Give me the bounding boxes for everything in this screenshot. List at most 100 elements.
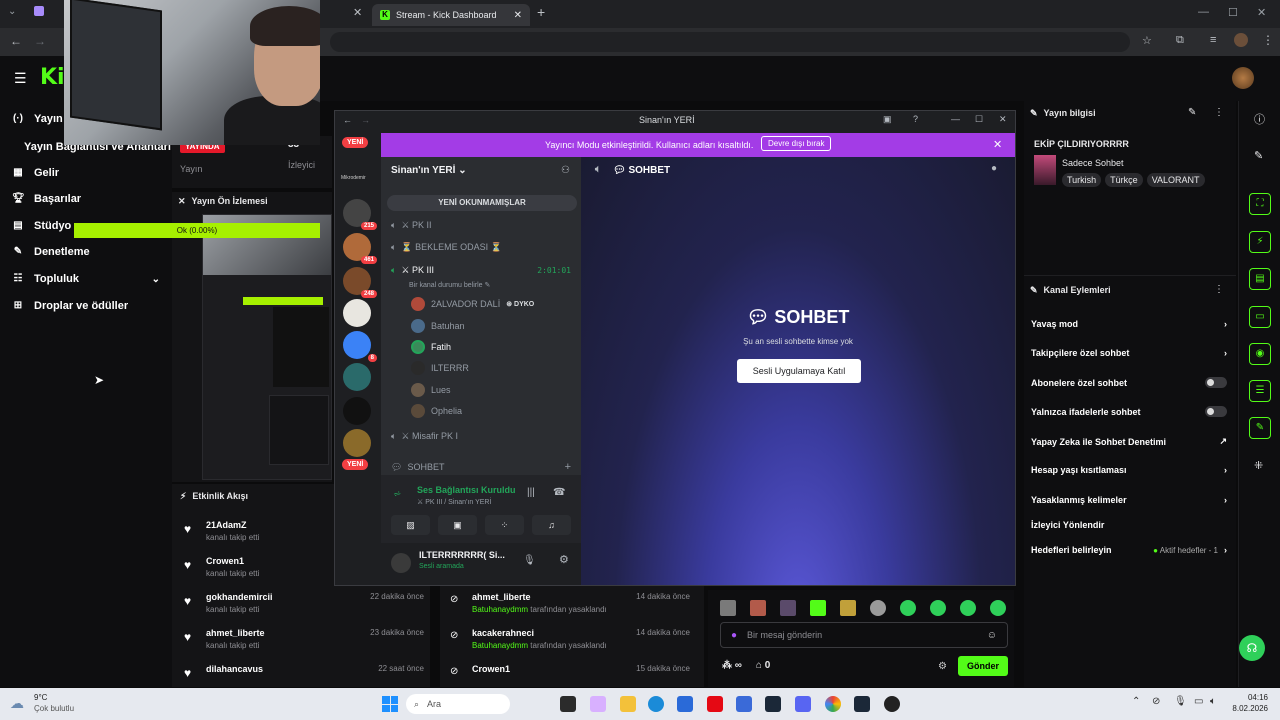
tray-chevron-icon[interactable]: ⌃	[1132, 696, 1140, 707]
close-tab-icon[interactable]: ✕	[514, 10, 522, 21]
back-icon[interactable]: ←	[10, 34, 22, 48]
mod-log-item[interactable]: ⊘ Crowen1 15 dakika önce	[450, 664, 690, 677]
store-icon[interactable]	[677, 696, 693, 712]
chat-bubble-icon[interactable]: ●	[991, 163, 997, 174]
add-user-icon[interactable]: ⚇	[561, 165, 570, 176]
forward-icon[interactable]: →	[34, 34, 46, 48]
pinned-tab-icon[interactable]	[34, 6, 44, 16]
discord-icon[interactable]	[795, 696, 811, 712]
server-icon[interactable]	[343, 397, 371, 425]
user-avatar[interactable]	[1232, 67, 1254, 89]
steam-icon[interactable]	[765, 696, 781, 712]
voice-member[interactable]: Batuhan	[411, 319, 465, 333]
settings-gear-icon[interactable]: ⚙	[559, 553, 569, 566]
close-icon[interactable]: ✕	[993, 138, 1002, 151]
action-redirect-viewers[interactable]: İzleyici Yönlendir	[1031, 520, 1227, 530]
activity-item[interactable]: ♥ dilahancavus 22 saat önce	[184, 664, 424, 680]
chat-bubble-icon[interactable]: ▭	[1249, 306, 1271, 328]
hamburger-menu-icon[interactable]: ☰	[14, 70, 27, 87]
chat-input[interactable]: ● Bir mesaj gönderin ☺	[720, 622, 1008, 648]
emote-icon[interactable]	[810, 600, 826, 616]
chat-settings-icon[interactable]: ⚙	[938, 661, 947, 672]
extensions-icon[interactable]: ⧉	[1176, 34, 1184, 47]
action-ai-moderation[interactable]: Yapay Zeka ile Sohbet Denetimi ↗	[1031, 436, 1227, 447]
edge-icon[interactable]	[648, 696, 664, 712]
task-view-icon[interactable]	[560, 696, 576, 712]
minimize-icon[interactable]: —	[951, 114, 960, 124]
server-icon[interactable]: 8	[343, 331, 377, 362]
mod-log-item[interactable]: ⊘ kacakerahneci Batuhanaydmm tarafından …	[450, 628, 690, 650]
wrench-icon[interactable]: ✎	[1249, 417, 1271, 439]
clipboard-icon[interactable]: ▤	[1249, 268, 1271, 290]
taskbar-search[interactable]: ⌕ Ara	[406, 694, 510, 714]
emote-icon[interactable]	[930, 600, 946, 616]
emote-icon[interactable]	[840, 600, 856, 616]
voice-channel-path[interactable]: ⚔ PK III / Sinan'ın YERİ	[417, 498, 491, 506]
disable-streamer-mode-button[interactable]: Devre dışı bırak	[761, 136, 832, 151]
voice-channel[interactable]: 🔈︎ ⏳ BEKLEME ODASI ⏳	[391, 242, 502, 253]
new-tab-icon[interactable]: +	[537, 4, 545, 20]
server-icon[interactable]: 461	[343, 233, 377, 264]
nav-drops[interactable]: ⊞ Droplar ve ödüller	[12, 300, 128, 312]
toggle-switch[interactable]	[1205, 406, 1227, 417]
netflix-icon[interactable]	[707, 696, 723, 712]
emote-icon[interactable]	[780, 600, 796, 616]
voice-channel[interactable]: 🔈︎ ⚔ PK II	[391, 220, 431, 231]
profile-avatar[interactable]	[1234, 33, 1248, 47]
preview-video[interactable]	[202, 214, 332, 480]
user-avatar[interactable]	[391, 553, 411, 573]
toggle-switch[interactable]	[1205, 377, 1227, 388]
clock-time[interactable]: 04:16	[1228, 693, 1268, 702]
voice-member[interactable]: Fatih	[411, 340, 451, 354]
mail-icon[interactable]	[736, 696, 752, 712]
nav-stream[interactable]: (·) Yayın	[12, 113, 63, 125]
action-followers-only[interactable]: Takipçilere özel sohbet ›	[1031, 348, 1227, 358]
emoji-icon[interactable]: ☺	[987, 630, 997, 641]
action-set-goals[interactable]: Hedefleri belirleyin ● Aktif hedefler - …	[1031, 545, 1227, 555]
tab-search-icon[interactable]: ⌄	[8, 6, 16, 17]
edit-icon[interactable]: ✎	[1254, 149, 1263, 162]
layout-icon[interactable]: ☰	[1249, 380, 1271, 402]
start-icon[interactable]	[382, 696, 398, 712]
noise-suppression-icon[interactable]: |||	[527, 487, 535, 498]
disconnect-icon[interactable]: ☎	[553, 487, 565, 498]
server-icon[interactable]: 215	[343, 199, 377, 230]
voice-member[interactable]: ILTERRR	[411, 361, 469, 375]
nav-studio[interactable]: ▤ Stüdyo	[12, 220, 71, 232]
channel-status[interactable]: Bir kanal durumu belirle ✎	[409, 281, 490, 289]
close-window-icon[interactable]: ✕	[1257, 6, 1266, 19]
server-name[interactable]: Sinan'ın YERİ ⌄	[391, 165, 467, 176]
maximize-icon[interactable]: ☐	[1228, 6, 1238, 19]
more-icon[interactable]: ⋮	[1214, 107, 1224, 118]
mic-icon[interactable]: 🎙︎	[1174, 696, 1187, 707]
voice-member[interactable]: Lues	[411, 383, 451, 397]
tray-icon[interactable]: ⊘	[1152, 696, 1160, 707]
emote-icon[interactable]	[870, 600, 886, 616]
file-explorer-icon[interactable]	[620, 696, 636, 712]
server-icon[interactable]	[343, 299, 371, 327]
action-slow-mode[interactable]: Yavaş mod ›	[1031, 319, 1227, 329]
voice-channel-active[interactable]: 🔈︎ ⚔ PK III 2:01:01	[391, 265, 571, 276]
weather-icon[interactable]: ☁	[10, 695, 24, 712]
close-icon[interactable]: ✕	[178, 196, 186, 207]
emote-icon[interactable]	[750, 600, 766, 616]
forward-icon[interactable]: →	[361, 115, 370, 125]
mic-icon[interactable]: 🎙︎	[523, 555, 536, 566]
emote-icon[interactable]	[720, 600, 736, 616]
voice-member[interactable]: Ophelia	[411, 404, 462, 418]
edit-icon[interactable]: ✎	[1188, 107, 1196, 118]
info-icon[interactable]: ⓘ	[1254, 111, 1265, 127]
fullscreen-icon[interactable]: ⛶	[1249, 193, 1271, 215]
soundboard-icon[interactable]: ♫	[532, 515, 571, 535]
emote-icon[interactable]	[990, 600, 1006, 616]
server-icon[interactable]	[343, 363, 371, 391]
action-banned-words[interactable]: Yasaklanmış kelimeler ›	[1031, 495, 1227, 505]
screen-share-icon[interactable]: ▣	[438, 515, 477, 535]
server-icon[interactable]: 248	[343, 267, 377, 298]
nav-revenue[interactable]: ▦ Gelir	[12, 167, 59, 179]
close-icon[interactable]: ✕	[999, 114, 1007, 125]
add-widget-icon[interactable]: ⁜	[1254, 459, 1263, 472]
address-bar[interactable]	[330, 32, 1130, 52]
activity-item[interactable]: ♥ gokhandemircii kanalı takip etti 22 da…	[184, 592, 424, 614]
media-icon[interactable]: ≡	[1210, 34, 1216, 46]
